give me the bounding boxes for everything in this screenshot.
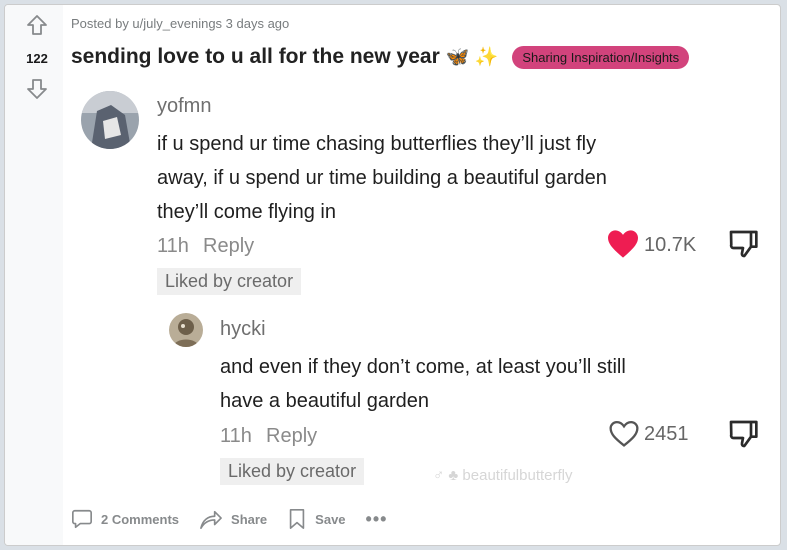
post-actions: 2 Comments Share Save ••• xyxy=(71,508,387,530)
avatar-image-icon xyxy=(81,91,139,149)
more-options-button[interactable]: ••• xyxy=(366,509,388,530)
downvote-arrow-icon[interactable] xyxy=(25,77,49,101)
watermark: ♂ ♣ beautifulbutterfly xyxy=(433,467,573,484)
post-meta[interactable]: Posted by u/july_evenings 3 days ago xyxy=(71,16,289,31)
save-label: Save xyxy=(315,511,346,527)
comments-button[interactable]: 2 Comments xyxy=(71,508,179,530)
post-image[interactable]: yofmn if u spend ur time chasing butterf… xyxy=(63,83,780,501)
reply-button[interactable]: Reply xyxy=(203,235,254,258)
comment-line: and even if they don’t come, at least yo… xyxy=(220,356,626,378)
share-arrow-icon xyxy=(200,510,222,529)
liked-by-creator-badge: Liked by creator xyxy=(220,458,365,485)
comment-username[interactable]: hycki xyxy=(220,318,266,341)
avatar-image-icon xyxy=(169,313,203,347)
post-card: 122 Posted by u/july_evenings 3 days ago… xyxy=(4,4,781,546)
upvote-arrow-icon[interactable] xyxy=(25,13,49,37)
reply-button[interactable]: Reply xyxy=(266,425,317,448)
title-row: sending love to u all for the new year 🦋… xyxy=(71,45,690,69)
share-button[interactable]: Share xyxy=(199,508,267,530)
dislike-icon[interactable] xyxy=(727,228,759,260)
comment-line: away, if u spend ur time building a beau… xyxy=(157,167,607,189)
comment-line: have a beautiful garden xyxy=(220,390,430,412)
like-count: 2451 xyxy=(644,423,689,445)
liked-by-creator-badge: Liked by creator xyxy=(157,268,302,295)
comment-text: and even if they don’t come, at least yo… xyxy=(220,350,720,418)
heart-outline-icon[interactable] xyxy=(608,420,640,448)
bookmark-icon xyxy=(289,509,305,529)
like-count: 10.7K xyxy=(644,234,697,256)
vote-column: 122 xyxy=(5,5,63,545)
avatar xyxy=(169,313,203,347)
comment-timestamp: 11h xyxy=(157,235,189,257)
comment-username[interactable]: yofmn xyxy=(157,95,211,118)
post-title[interactable]: sending love to u all for the new year xyxy=(71,45,440,69)
comment-line: if u spend ur time chasing butterflies t… xyxy=(157,133,597,155)
heart-filled-icon[interactable] xyxy=(606,229,640,259)
avatar xyxy=(81,91,139,149)
vote-score: 122 xyxy=(26,51,48,66)
comments-count-label: 2 Comments xyxy=(101,511,180,527)
comment-line: they’ll come flying in xyxy=(157,201,336,223)
comment-text: if u spend ur time chasing butterflies t… xyxy=(157,127,717,229)
comment-bubble-icon xyxy=(72,509,92,529)
dislike-icon[interactable] xyxy=(727,418,759,450)
save-button[interactable]: Save xyxy=(287,508,346,530)
post-flair[interactable]: Sharing Inspiration/Insights xyxy=(512,45,690,69)
comment-timestamp: 11h xyxy=(220,425,252,447)
title-emoji: 🦋 ✨ xyxy=(445,47,499,68)
share-label: Share xyxy=(231,511,268,527)
